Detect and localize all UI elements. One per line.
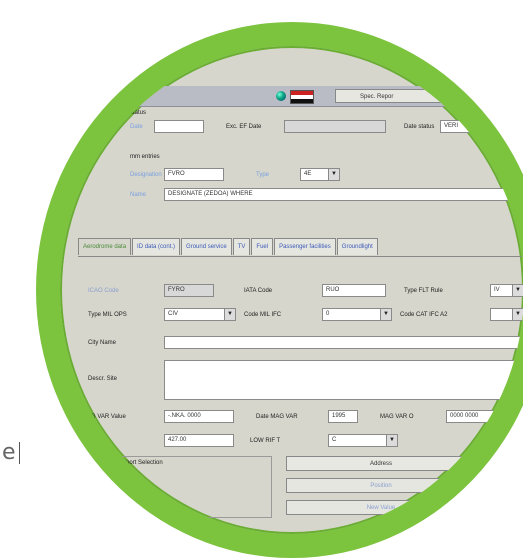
chevron-down-icon[interactable]: ▼ (386, 435, 397, 446)
tab-fuel[interactable]: Fuel (251, 238, 274, 255)
icao-code-label: ICAO Code (88, 288, 119, 294)
tab-id-data[interactable]: ID data (cont.) (132, 238, 181, 255)
mag-var-value-label: MAG VAR Value (82, 414, 126, 420)
date-mag-var-field[interactable]: 1995 (328, 410, 358, 423)
city-name-field[interactable] (164, 336, 523, 349)
date-status-field[interactable]: VERI (440, 120, 480, 133)
type-label: Type (256, 172, 270, 178)
type-flt-rule-select[interactable]: IV ▼ (490, 284, 523, 297)
exc-ef-date-label: Exc. EF Date (226, 124, 262, 130)
descr-site-textarea[interactable] (164, 360, 523, 400)
iata-code-field[interactable]: RUO (322, 284, 386, 297)
selection-group-item[interactable]: ...f aerodrome (100, 478, 137, 484)
type-select[interactable]: 4E ▼ (300, 168, 340, 181)
descr-scrollbar[interactable]: ▲ ▼ (514, 361, 523, 399)
application-window: Spec. Repor status Date Exc. EF Date Dat… (60, 46, 523, 534)
designation-label: Designation (130, 172, 162, 178)
low-rif-select[interactable]: C ▼ (328, 434, 398, 447)
type-mil-ops-label: Type MIL OPS (88, 312, 127, 318)
designation-field[interactable]: FVRO (164, 168, 224, 181)
mag-var-value-field[interactable]: -.NKA. 0000 (164, 410, 234, 423)
position-button[interactable]: Position (286, 478, 476, 493)
code-mil-ifc-label: Code MIL IFC (244, 312, 282, 318)
date-label: Date (130, 124, 143, 130)
mag-var-o-field[interactable]: 0000 0000 (446, 410, 512, 423)
date-mag-var-label: Date MAG VAR (256, 414, 298, 420)
chevron-down-icon[interactable]: ▼ (512, 309, 523, 320)
name-field[interactable]: DESIGNATE (ZEDOA) WHERE (164, 188, 520, 201)
city-name-label: City Name (88, 340, 117, 346)
tab-ground-service[interactable]: Ground service (181, 238, 232, 255)
chevron-down-icon[interactable]: ▼ (224, 309, 235, 320)
date-status-label: Date status (404, 124, 435, 130)
status-section-heading: status (130, 110, 147, 116)
code-mil-ifc-select[interactable]: 0 ▼ (322, 308, 392, 321)
type-mil-ops-select[interactable]: CIV ▼ (164, 308, 236, 321)
icao-code-field[interactable]: FYRO (164, 284, 214, 297)
tab-aerodrome-data[interactable]: Aerodrome data (78, 238, 132, 255)
tab-tv[interactable]: TV (232, 238, 251, 255)
exc-ef-date-field[interactable] (284, 120, 386, 133)
code-cat-ifc-label: Code CAT IFC A2 (400, 312, 448, 318)
side-cursor-text: e (2, 440, 20, 465)
entries-section-heading: mm entries (130, 154, 160, 160)
scroll-up-icon[interactable]: ▲ (515, 361, 523, 371)
selection-group-title: ...ome / Heliport Selection (94, 460, 163, 466)
address-button[interactable]: Address (286, 456, 476, 471)
spec-report-button[interactable]: Spec. Repor (335, 89, 455, 103)
magnifier-lens: Spec. Repor status Date Exc. EF Date Dat… (36, 22, 523, 558)
tab-passenger-facilities[interactable]: Passenger facilities (274, 238, 336, 255)
flag-icon (290, 90, 314, 104)
tab-groundlight[interactable]: Groundlight (336, 238, 378, 255)
elevation-field[interactable]: 427.00 (164, 434, 234, 447)
new-value-button[interactable]: New Value (286, 500, 476, 515)
date-field[interactable] (154, 120, 204, 133)
type-flt-rule-label: Type FLT Rule (404, 288, 443, 294)
mag-var-o-label: MAG VAR O (380, 414, 414, 420)
chevron-down-icon[interactable]: ▼ (512, 285, 523, 296)
descr-site-label: Descr. Site (88, 376, 118, 382)
chevron-down-icon[interactable]: ▼ (380, 309, 391, 320)
iata-code-label: IATA Code (244, 288, 273, 294)
tab-strip: Aerodrome data ID data (cont.) Ground se… (78, 238, 379, 256)
low-rif-label: LOW RIF T (250, 438, 281, 444)
globe-icon (276, 91, 286, 101)
elevation-label: ev (82, 438, 89, 444)
code-cat-ifc-select[interactable]: ▼ (490, 308, 523, 321)
chevron-down-icon[interactable]: ▼ (328, 169, 339, 180)
name-label: Name (130, 192, 147, 198)
scroll-down-icon[interactable]: ▼ (515, 389, 523, 399)
